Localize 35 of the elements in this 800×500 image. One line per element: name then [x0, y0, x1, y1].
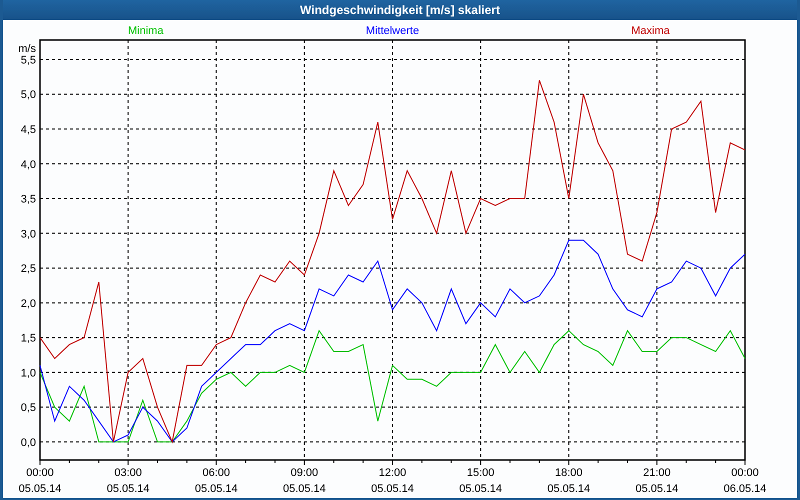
y-axis-label: 5,5 [20, 54, 36, 66]
x-axis-label: 05.05.14 [194, 483, 238, 495]
x-axis-label: 05.05.14 [635, 483, 678, 495]
legend-label: Maxima [631, 25, 670, 37]
x-axis-label: 05.05.14 [547, 483, 590, 495]
y-axis-label: 2,5 [20, 263, 36, 276]
x-axis-label: 18:00 [554, 467, 583, 479]
y-axis-label: 1,5 [20, 332, 36, 345]
y-axis-label: 0,5 [20, 402, 36, 414]
y-axis-label: 3,5 [20, 194, 36, 206]
y-axis-unit: m/s [18, 43, 36, 55]
window-title: Windgeschwindigkeit [m/s] skaliert [3, 0, 797, 20]
x-axis-label: 00:00 [731, 467, 759, 479]
y-axis-label: 5,0 [20, 89, 36, 102]
x-axis-label: 15:00 [466, 467, 494, 479]
y-axis-label: 3,0 [20, 228, 36, 240]
x-axis-label: 06.05.14 [724, 483, 766, 495]
x-axis-label: 21:00 [643, 467, 671, 479]
y-axis-label: 0,0 [20, 436, 36, 449]
x-axis-label: 09:00 [290, 467, 318, 479]
x-axis-label: 05.05.14 [106, 483, 150, 495]
y-axis-label: 1,0 [20, 367, 36, 380]
x-axis-label: 00:00 [26, 467, 54, 479]
y-axis-label: 4,5 [20, 124, 36, 136]
x-axis-label: 05.05.14 [18, 483, 62, 495]
y-axis-label: 4,0 [20, 158, 36, 171]
x-axis-label: 06:00 [202, 467, 230, 479]
x-axis-label: 12:00 [378, 467, 406, 479]
x-axis-label: 03:00 [114, 467, 142, 479]
legend-label: Mittelwerte [366, 25, 420, 37]
x-axis-label: 05.05.14 [459, 483, 502, 495]
legend-label: Minima [128, 25, 164, 37]
y-axis-label: 2,0 [20, 298, 36, 310]
x-axis-label: 05.05.14 [282, 483, 326, 495]
x-axis-label: 05.05.14 [371, 483, 414, 495]
